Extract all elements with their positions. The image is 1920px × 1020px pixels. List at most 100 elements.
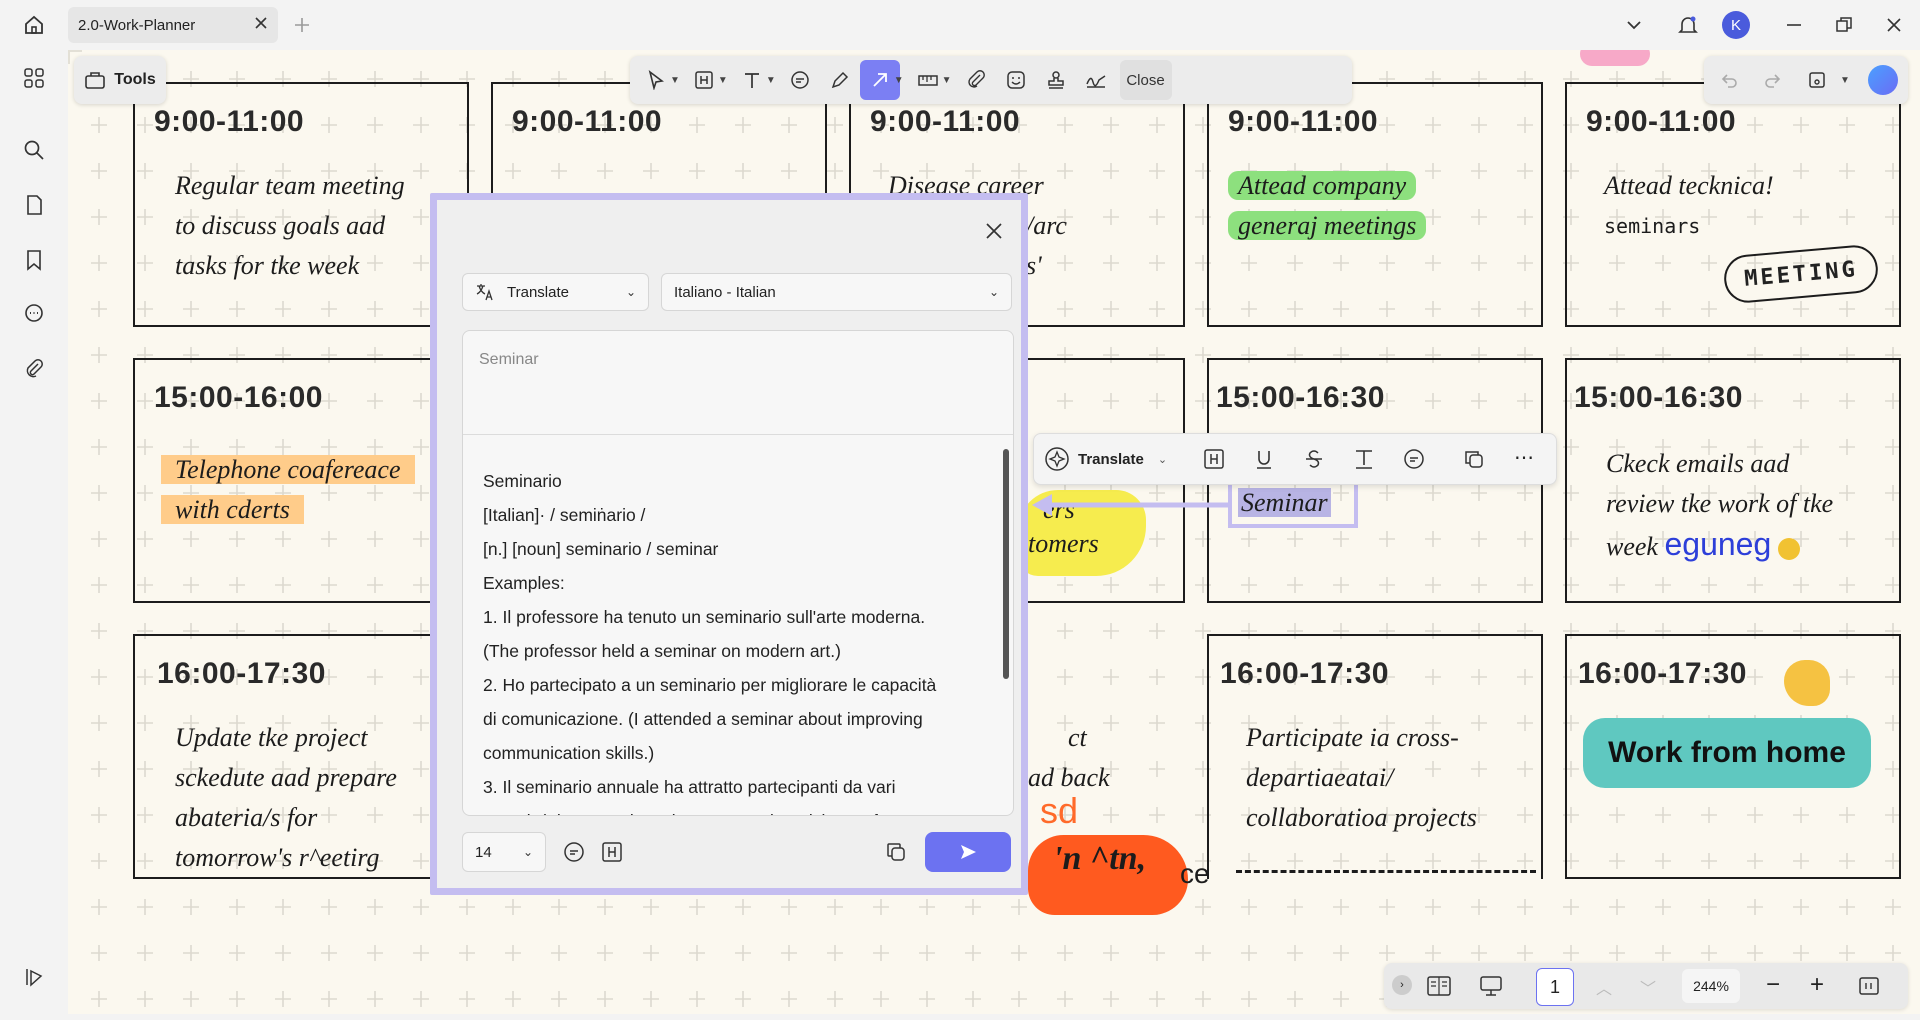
zoom-in-icon[interactable]: +	[1810, 971, 1824, 999]
fit-page-icon[interactable]	[1858, 975, 1880, 1002]
chevron-down-icon[interactable]: ▼	[1840, 75, 1850, 86]
chevron-down-icon[interactable]	[1622, 13, 1646, 37]
tab-title: 2.0-Work-Planner	[78, 16, 196, 34]
comment-icon[interactable]	[1402, 447, 1426, 476]
attach-tool-icon[interactable]	[956, 60, 996, 100]
page-icon[interactable]	[20, 191, 48, 219]
task-note: Attead company generaj meetings	[1228, 166, 1427, 246]
scrollbar[interactable]	[1003, 449, 1009, 679]
divider	[463, 434, 1013, 435]
toolbox-icon	[85, 72, 106, 89]
new-tab-icon[interactable]	[290, 13, 314, 37]
attachment-icon[interactable]	[20, 355, 48, 383]
chevron-down-icon[interactable]: ▼	[718, 75, 728, 86]
time-slot: 15:00-16:00	[154, 381, 323, 414]
chevron-down-icon[interactable]: ⌄	[1158, 453, 1167, 466]
ai-assistant-icon[interactable]	[1867, 65, 1898, 95]
redo-icon[interactable]	[1758, 60, 1788, 100]
page-navigation-bar: › 1 ︿ ﹀ 244% − +	[1384, 963, 1908, 1009]
close-panel-icon[interactable]	[985, 222, 1003, 245]
send-button[interactable]	[925, 832, 1011, 872]
highlight-icon[interactable]	[1202, 447, 1226, 476]
chevron-down-icon: ⌄	[625, 285, 636, 299]
sidebar-toggle-icon[interactable]	[20, 963, 48, 991]
copy-icon[interactable]	[884, 840, 908, 869]
task-note: Update tke project sckedute aad prepare …	[175, 723, 397, 872]
ai-sparkle-icon	[1045, 447, 1069, 471]
comment-icon[interactable]	[20, 300, 48, 328]
underline-icon[interactable]	[1252, 447, 1276, 476]
more-options-icon[interactable]: ⋯	[1514, 445, 1534, 470]
time-slot: 9:00-11:00	[870, 105, 1021, 138]
clap-sticker	[1784, 660, 1830, 706]
translate-panel: Translate ⌄ Italiano - Italian ⌄ Seminar…	[430, 193, 1028, 895]
task-note: Regular team meeting to discuss goals aa…	[175, 171, 405, 280]
history-toolbar: ▼	[1704, 56, 1908, 104]
link-arrow	[1032, 494, 1228, 516]
selected-word[interactable]: Seminar	[1238, 483, 1331, 523]
add-comment-icon[interactable]	[562, 840, 586, 869]
zoom-out-icon[interactable]: −	[1766, 971, 1780, 999]
task-note: Telephone coafereace with cderts	[161, 450, 415, 530]
add-textbox-icon[interactable]	[600, 840, 624, 869]
mode-label: Translate	[507, 283, 569, 301]
window-close-icon[interactable]	[1882, 13, 1906, 37]
next-page-icon[interactable]: ﹀	[1640, 975, 1656, 999]
language-label: Italiano - Italian	[674, 283, 776, 301]
previous-page-icon[interactable]: ︿	[1596, 975, 1612, 999]
presentation-icon[interactable]	[1478, 974, 1504, 1003]
source-text-input[interactable]: Seminar	[479, 351, 539, 369]
chevron-down-icon[interactable]: ▼	[942, 75, 952, 86]
copy-icon[interactable]	[1462, 447, 1486, 476]
bookmark-icon[interactable]	[20, 246, 48, 274]
translation-area[interactable]: Seminar Seminario [Italian]· / semiṅario…	[462, 330, 1014, 816]
home-icon[interactable]	[20, 11, 48, 39]
notification-bell-icon[interactable]	[1674, 11, 1702, 39]
pencil-tool-icon[interactable]	[820, 60, 860, 100]
save-icon[interactable]	[1802, 60, 1832, 100]
minimize-icon[interactable]	[1782, 13, 1806, 37]
comment-tool-icon[interactable]	[780, 60, 820, 100]
annotation-toolbar: ▼ ▼ ▼ ▼ ▼ Close	[630, 56, 1352, 104]
time-slot: 15:00-16:30	[1216, 381, 1385, 414]
time-slot: 9:00-11:00	[512, 105, 663, 138]
splash-text: sd	[1040, 790, 1079, 831]
mode-dropdown[interactable]: Translate ⌄	[462, 273, 649, 311]
chevron-down-icon: ⌄	[522, 845, 533, 859]
tools-button[interactable]: Tools	[74, 56, 166, 104]
time-slot: 16:00-17:30	[1220, 657, 1389, 690]
text-edit-icon[interactable]	[1352, 447, 1376, 476]
translate-icon	[476, 284, 493, 301]
document-tab[interactable]: 2.0-Work-Planner	[68, 7, 278, 43]
signature-tool-icon[interactable]	[1076, 60, 1116, 100]
heart-sticker	[1777, 538, 1800, 561]
font-size-dropdown[interactable]: 14 ⌄	[462, 832, 546, 872]
undo-icon[interactable]	[1714, 60, 1744, 100]
thumbnails-icon[interactable]	[20, 64, 48, 92]
restore-icon[interactable]	[1832, 13, 1856, 37]
pink-sticker	[1580, 50, 1650, 66]
chevron-down-icon[interactable]: ▼	[670, 75, 680, 86]
font-size-value: 14	[475, 843, 492, 861]
stamp-tool-icon[interactable]	[1036, 60, 1076, 100]
left-sidebar	[0, 50, 68, 1020]
tools-label: Tools	[114, 71, 156, 88]
scribble-text: eguneg	[1664, 526, 1772, 562]
close-tab-icon[interactable]	[254, 16, 268, 34]
close-toolbar-button[interactable]: Close	[1119, 60, 1172, 100]
user-avatar[interactable]: K	[1722, 11, 1750, 39]
collapse-icon[interactable]: ›	[1392, 975, 1412, 995]
translate-button[interactable]: Translate ⌄	[1044, 442, 1167, 476]
text-selection-toolbar: Translate ⌄ ⋯	[1033, 433, 1557, 485]
language-dropdown[interactable]: Italiano - Italian ⌄	[661, 273, 1012, 311]
task-note-fragment: ct	[1068, 723, 1087, 752]
sticker-tool-icon[interactable]	[996, 60, 1036, 100]
chevron-down-icon: ⌄	[988, 285, 999, 299]
chevron-down-icon[interactable]: ▼	[894, 75, 904, 86]
chevron-down-icon[interactable]: ▼	[766, 75, 776, 86]
search-icon[interactable]	[20, 136, 48, 164]
zoom-level[interactable]: 244%	[1682, 969, 1740, 1003]
page-layout-icon[interactable]	[1426, 974, 1452, 1003]
strikethrough-icon[interactable]	[1302, 447, 1326, 476]
page-number-input[interactable]: 1	[1536, 968, 1574, 1006]
